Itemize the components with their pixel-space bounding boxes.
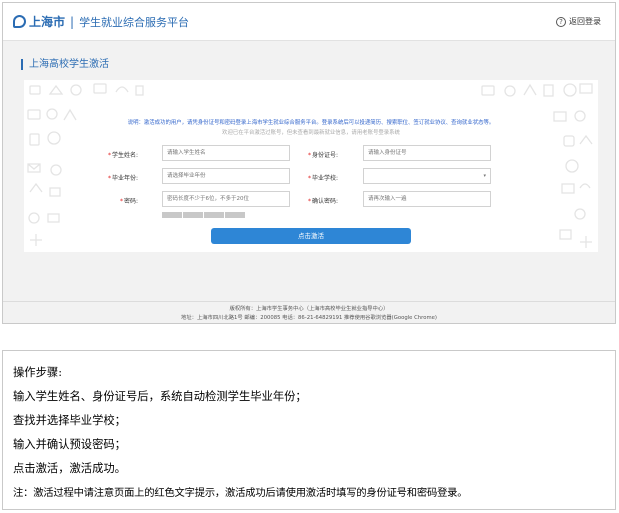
strength-segment [204,212,224,218]
title-separator: | [70,14,75,29]
confirm-password-label: *确认密码: [307,198,338,205]
footer-copyright: 版权所有：上海市学生事务中心（上海市高校毕业生就业指导中心） [229,306,389,312]
logo-icon [13,15,26,28]
existing-account-note: 欢迎已在平台激活过账号，但未查看到最新就业信息，请用老账号登录系统 [222,130,400,136]
password-label: *密码: [119,198,138,205]
top-bar: 上海市 | 学生就业综合服务平台 ? 返回登录 [3,3,615,41]
step-item: 查找并选择毕业学校； [13,414,126,427]
steps-heading: 操作步骤: [13,366,62,379]
footer-contact: 地址：上海市四川北路1号 邮编：200085 电话：86-21-64829191… [181,315,437,321]
activation-instructions-text: 说明：激活成功的用户，请凭身份证号和密码登录上海市学生就业综合服务平台。登录系统… [127,120,495,126]
site-logo[interactable]: 上海市 [13,13,65,30]
decorative-background-icons [27,83,593,248]
graduation-year-input[interactable] [162,168,290,184]
step-item: 点击激活，激活成功。 [13,462,126,475]
id-number-input[interactable] [363,145,491,161]
page-title: 上海高校学生激活 [21,59,109,70]
strength-segment [162,212,182,218]
password-strength-meter [162,212,246,218]
back-to-login-link[interactable]: ? 返回登录 [556,16,601,27]
browser-screenshot: 上海市 | 学生就业综合服务平台 ? 返回登录 上海高校学生激活 说明：激活成功… [2,2,616,324]
logo-text: 上海市 [29,15,66,29]
step-item: 输入并确认预设密码； [13,438,126,451]
back-to-login-label: 返回登录 [569,17,601,26]
help-icon: ? [556,16,566,27]
password-input[interactable] [162,191,290,207]
step-item: 输入学生姓名、身份证号后，系统自动检测学生毕业年份； [13,390,307,403]
strength-segment [183,212,203,218]
graduation-school-select[interactable]: ▾ [363,168,491,184]
site-title: 学生就业综合服务平台 [79,15,190,29]
operation-steps-box: 操作步骤: 输入学生姓名、身份证号后，系统自动检测学生毕业年份； 查找并选择毕业… [2,350,616,510]
id-number-label: *身份证号: [307,152,338,159]
chevron-down-icon: ▾ [483,173,486,179]
student-name-label: *学生姓名: [107,152,138,159]
strength-segment [225,212,245,218]
activation-form-card: 说明：激活成功的用户，请凭身份证号和密码登录上海市学生就业综合服务平台。登录系统… [24,80,598,252]
page-footer: 版权所有：上海市学生事务中心（上海市高校毕业生就业指导中心） 地址：上海市四川北… [3,301,615,323]
confirm-password-input[interactable] [363,191,491,207]
graduation-school-label: *毕业学校: [307,175,338,182]
student-name-input[interactable] [162,145,290,161]
steps-note: 注：激活过程中请注意页面上的红色文字提示，激活成功后请使用激活时填写的身份证号和… [13,487,468,499]
activate-button[interactable]: 点击激活 [211,228,411,244]
graduation-year-label: *毕业年份: [107,175,138,182]
